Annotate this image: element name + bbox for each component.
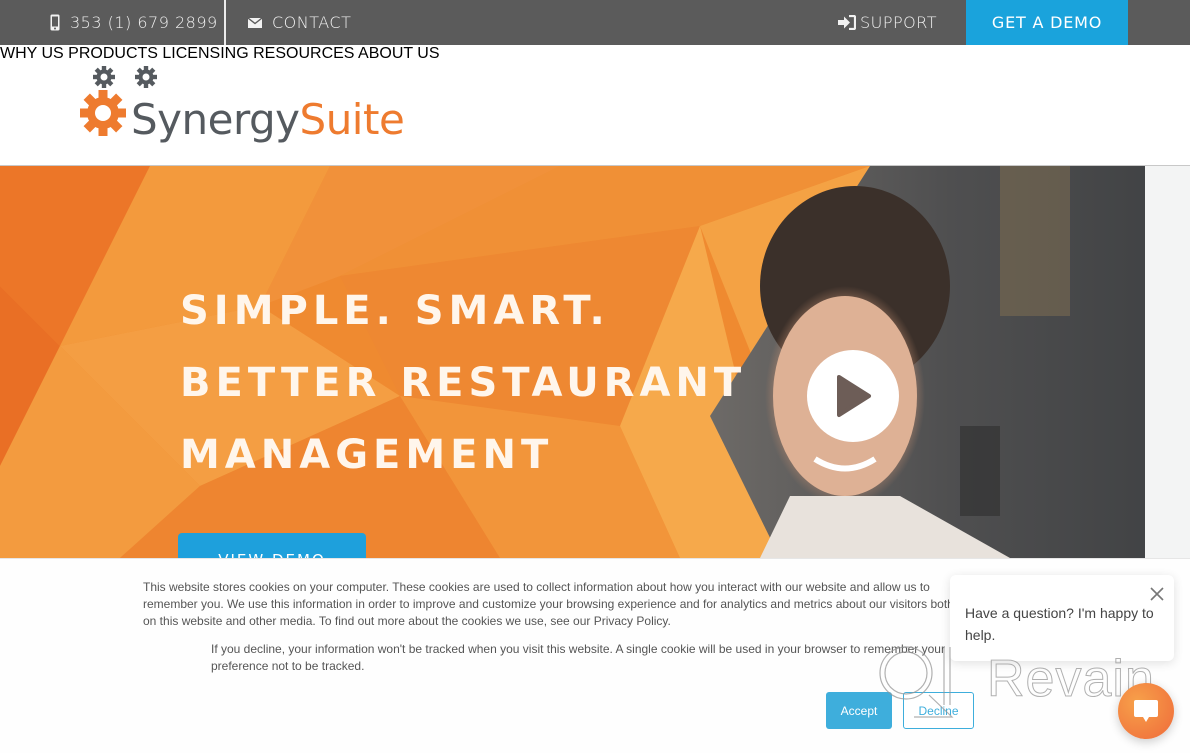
play-icon [837, 375, 871, 417]
view-demo-button[interactable]: VIEW DEMO [178, 533, 366, 558]
envelope-icon [248, 17, 262, 28]
contact-link[interactable]: CONTACT [248, 0, 351, 45]
chat-bubble-icon [1134, 700, 1158, 722]
play-video-button[interactable] [807, 350, 899, 442]
phone-number: 353 (1) 679 2899 [70, 13, 218, 32]
close-icon [1150, 587, 1164, 601]
nav-resources[interactable]: RESOURCES [253, 45, 354, 62]
cookie-text-main: This website stores cookies on your comp… [143, 580, 954, 628]
support-label: SUPPORT [860, 13, 937, 32]
chat-launcher-button[interactable] [1118, 683, 1174, 739]
phone-link[interactable]: 353 (1) 679 2899 [50, 0, 218, 45]
nav-why-us[interactable]: WHY US [0, 45, 64, 62]
get-a-demo-button[interactable]: GET A DEMO [966, 0, 1128, 45]
main-nav: WHY US PRODUCTS LICENSING RESOURCES ABOU… [0, 45, 1190, 63]
topbar-divider [224, 0, 226, 45]
nav-products[interactable]: PRODUCTS [68, 45, 158, 62]
synergysuite-logo[interactable]: SynergySuite [76, 63, 405, 153]
page: 353 (1) 679 2899 CONTACT SUPPORT GET A D… [0, 0, 1190, 753]
hero-headline-line-1: SIMPLE. SMART. [180, 288, 610, 334]
hero-headline-line-3: MANAGEMENT [180, 432, 554, 478]
site-header: SynergySuite WHY US PRODUCTS LICENSING R… [0, 45, 1190, 166]
hero-headline-line-2: BETTER RESTAURANT [180, 360, 747, 406]
sign-in-icon [838, 15, 856, 30]
decline-cookies-button[interactable]: Decline [903, 692, 974, 729]
logo-synergy: Synergy [131, 95, 300, 144]
cookie-text-decline-info: If you decline, your information won't b… [211, 642, 945, 673]
contact-label: CONTACT [272, 13, 352, 32]
nav-licensing[interactable]: LICENSING [162, 45, 248, 62]
chat-greeting-message: Have a question? I'm happy to help. [965, 605, 1154, 643]
chat-close-button[interactable] [1148, 585, 1166, 603]
top-bar: 353 (1) 679 2899 CONTACT SUPPORT GET A D… [0, 0, 1190, 45]
chat-greeting-popup: Have a question? I'm happy to help. [950, 575, 1174, 661]
logo-suite: Suite [299, 95, 405, 144]
hero-banner: SIMPLE. SMART. BETTER RESTAURANT MANAGEM… [0, 166, 1190, 558]
accept-cookies-button[interactable]: Accept [826, 692, 892, 729]
nav-about-us[interactable]: ABOUT US [358, 45, 440, 62]
logo-wordmark: SynergySuite [131, 95, 405, 144]
mobile-phone-icon [50, 14, 60, 31]
support-link[interactable]: SUPPORT [838, 0, 937, 45]
